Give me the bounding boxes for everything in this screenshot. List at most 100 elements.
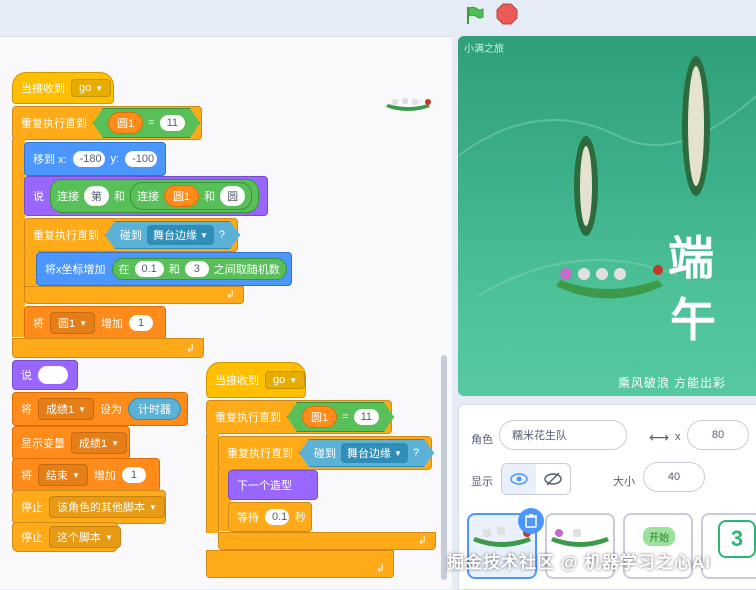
random-to[interactable]: 3 (184, 261, 209, 277)
var-dropdown[interactable]: 结束 ▼ (38, 464, 88, 486)
random-suffix: 之间取随机数 (213, 264, 280, 276)
question-mark: ? (412, 447, 420, 459)
stop-other-block[interactable]: 停止 该角色的其他脚本 ▼ (12, 490, 166, 524)
random-in: 在 (118, 264, 130, 276)
random-operator[interactable]: 在 0.1 和 3 之间取随机数 (111, 258, 287, 280)
change-var-block[interactable]: 将 圆1 ▼ 增加 1 (24, 306, 166, 340)
repeat-label: 重复执行直到 (33, 230, 99, 242)
workspace-header (0, 0, 452, 36)
xy-arrows-icon: ⟷ (649, 429, 670, 445)
change-x-label: 将x坐标增加 (45, 264, 106, 276)
change-amount[interactable]: 1 (129, 315, 154, 331)
sprite-name-input[interactable]: 糯米花生队 (499, 420, 627, 450)
join-text-2[interactable]: 圆 (220, 186, 246, 206)
wait-block[interactable]: 等待 0.1 秒 (228, 502, 312, 532)
trash-icon[interactable] (518, 508, 544, 534)
say-block[interactable]: 说 连接 第 和 连接 圆1 和 圆 (24, 176, 268, 216)
x-input[interactable]: 80 (687, 420, 749, 450)
repeat-cap: ↲ (12, 338, 204, 358)
message-value: go (79, 82, 92, 94)
compare-value[interactable]: 11 (160, 115, 185, 131)
var-value: 成绩1 (46, 404, 75, 416)
touching-sensing[interactable]: 碰到 舞台边缘 ▼ ? (299, 439, 434, 467)
goto-xy-block[interactable]: 移到 x: -180 y: -100 (24, 142, 166, 176)
touching-label: 碰到 (314, 448, 336, 460)
stop-option-value: 该角色的其他脚本 (57, 502, 145, 514)
chevron-down-icon: ▼ (111, 438, 120, 448)
stage-char-wu: 午 (670, 293, 716, 347)
chevron-down-icon: ▼ (394, 448, 402, 458)
chevron-down-icon: ▼ (78, 404, 87, 414)
message-dropdown[interactable]: go ▼ (265, 371, 306, 389)
inner-repeat-until-block-2[interactable]: 重复执行直到 碰到 舞台边缘 ▼ ? (218, 436, 432, 470)
random-from[interactable]: 0.1 (134, 261, 164, 277)
var-reporter[interactable]: 圆1 (164, 185, 200, 207)
and-label-1: 和 (114, 191, 125, 203)
when-receive-hat-block-2[interactable]: 当接收到 go ▼ (206, 362, 306, 398)
show-var-block[interactable]: 显示变量 成绩1 ▼ (12, 426, 130, 460)
next-costume-block[interactable]: 下一个造型 (228, 470, 318, 500)
stop-option-dropdown[interactable]: 这个脚本 ▼ (49, 526, 121, 548)
green-flag-icon[interactable] (464, 4, 486, 26)
change-x-block[interactable]: 将x坐标增加 在 0.1 和 3 之间取随机数 (36, 252, 292, 286)
chevron-down-icon: ▼ (79, 318, 88, 328)
stop-this-block[interactable]: 停止 这个脚本 ▼ (12, 522, 121, 552)
message-dropdown[interactable]: go ▼ (71, 79, 112, 97)
x-label: x (675, 431, 681, 443)
equals-operator[interactable]: 圆1 = 11 (287, 402, 394, 432)
inner-repeat-until-block[interactable]: 重复执行直到 碰到 舞台边缘 ▼ ? (24, 218, 238, 252)
repeat-label: 重复执行直到 (215, 412, 281, 424)
var-reporter[interactable]: 圆1 (108, 112, 143, 134)
inner-repeat-cap-2: ↲ (218, 532, 436, 550)
y-input[interactable]: -100 (125, 151, 157, 167)
stage-canvas[interactable]: 小满之旅 端 午 乘风破浪 方能出彩 (458, 36, 756, 396)
hide-eye-icon[interactable] (536, 464, 570, 494)
workspace-scrollbar[interactable] (441, 355, 447, 580)
var-value: 成绩1 (79, 438, 108, 450)
var-reporter[interactable]: 圆1 (302, 406, 337, 428)
visibility-toggle[interactable] (501, 463, 571, 495)
next-costume-label: 下一个造型 (237, 480, 292, 492)
touch-target-dropdown[interactable]: 舞台边缘 ▼ (341, 443, 408, 463)
loop-arrow-icon: ↲ (417, 535, 427, 547)
show-eye-icon[interactable] (502, 464, 536, 494)
change-amount[interactable]: 1 (121, 467, 146, 483)
to-label: 设为 (100, 404, 123, 416)
join-operator-2[interactable]: 连接 圆1 和 圆 (130, 182, 253, 210)
var-value: 圆1 (58, 318, 76, 330)
var-dropdown[interactable]: 圆1 ▼ (50, 312, 96, 334)
by-label: 增加 (101, 318, 124, 330)
timer-reporter[interactable]: 计时器 (128, 398, 182, 420)
say-label: 说 (33, 191, 44, 203)
repeat-label: 重复执行直到 (227, 448, 293, 460)
join-text-1[interactable]: 第 (84, 186, 109, 206)
touch-target-dropdown[interactable]: 舞台边缘 ▼ (147, 225, 214, 245)
when-receive-hat-block[interactable]: 当接收到 go ▼ (12, 72, 114, 104)
change-end-block[interactable]: 将 结束 ▼ 增加 1 (12, 458, 160, 492)
wait-input[interactable]: 0.1 (265, 509, 289, 525)
equals-operator[interactable]: 圆1 = 11 (93, 108, 200, 138)
compare-value[interactable]: 11 (354, 409, 379, 425)
random-and: 和 (168, 264, 180, 276)
join-operator-1[interactable]: 连接 第 和 连接 圆1 和 圆 (50, 179, 260, 213)
size-input[interactable]: 40 (643, 462, 705, 492)
size-label: 大小 (613, 476, 635, 488)
var-dropdown[interactable]: 成绩1 ▼ (38, 398, 95, 420)
change-label: 将 (21, 470, 32, 482)
set-var-block[interactable]: 将 成绩1 ▼ 设为 计时器 (12, 392, 188, 426)
sprite-name-value: 糯米花生队 (512, 430, 567, 442)
repeat-until-block-2[interactable]: 重复执行直到 圆1 = 11 (206, 400, 392, 434)
cat-logo-icon: 3 (718, 520, 756, 558)
x-input[interactable]: -180 (72, 151, 105, 167)
stop-icon[interactable] (496, 3, 518, 25)
touch-target-value: 舞台边缘 (153, 230, 197, 242)
stop-option-dropdown[interactable]: 该角色的其他脚本 ▼ (49, 496, 165, 518)
stage-char-duan: 端 (668, 231, 714, 285)
say-empty-block[interactable]: 说 (12, 360, 78, 390)
repeat-until-block[interactable]: 重复执行直到 圆1 = 11 (12, 106, 202, 140)
dragon-boat-thumbnail-icon (386, 98, 431, 111)
var-dropdown[interactable]: 成绩1 ▼ (71, 432, 128, 454)
say-empty-input[interactable] (38, 366, 68, 384)
touching-sensing[interactable]: 碰到 舞台边缘 ▼ ? (105, 221, 240, 249)
op-symbol: = (342, 411, 349, 423)
